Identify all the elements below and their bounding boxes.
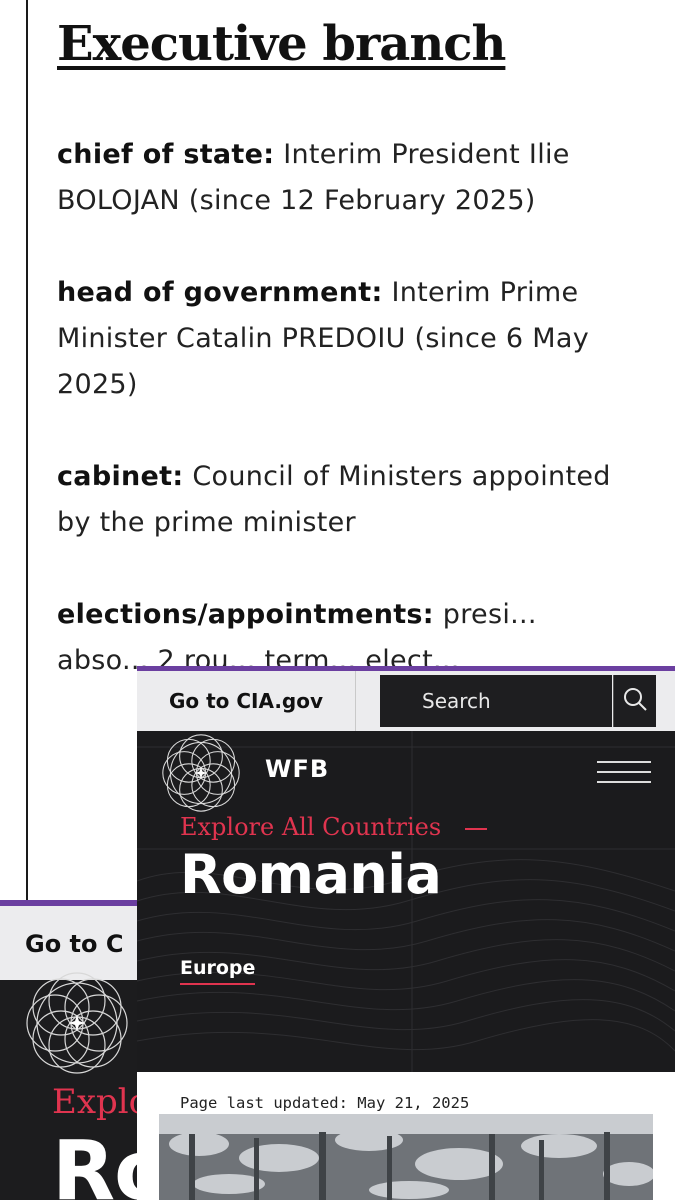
hamburger-menu-icon[interactable] (597, 761, 651, 787)
goto-cia-link[interactable]: Go to CIA.gov (137, 671, 356, 731)
field-label: cabinet: (57, 461, 184, 492)
field-label: elections/appointments: (57, 599, 434, 630)
search-input[interactable]: Search (380, 675, 612, 727)
field-chief-of-state: chief of state: Interim President Ilie B… (57, 132, 632, 224)
explore-countries-link[interactable]: Explo (52, 1082, 149, 1122)
explore-countries-link[interactable]: Explore All Countries (180, 813, 441, 841)
region-link[interactable]: Europe (180, 957, 256, 985)
hero-dark-area: WFB Explore All Countries Romania Europe (137, 731, 675, 1072)
dash-icon (465, 828, 487, 830)
field-label: chief of state: (57, 139, 275, 170)
country-photo (159, 1114, 653, 1200)
page-last-updated: Page last updated: May 21, 2025 (180, 1094, 470, 1112)
search-icon (622, 686, 648, 716)
cia-emblem-icon (22, 968, 132, 1082)
field-cabinet: cabinet: Council of Ministers appointed … (57, 454, 632, 546)
left-margin-rule (26, 0, 28, 900)
goto-cia-link[interactable]: Go to C (25, 930, 123, 958)
wfb-brand[interactable]: WFB (265, 755, 329, 783)
cia-emblem-icon (159, 731, 243, 819)
field-head-of-government: head of government: Interim Prime Minist… (57, 270, 632, 408)
top-bar: Go to CIA.gov Search (137, 671, 675, 731)
content-area: Page last updated: May 21, 2025 (137, 1072, 675, 1200)
field-label: head of government: (57, 277, 383, 308)
search-button[interactable] (613, 675, 656, 727)
country-title: Romania (180, 843, 442, 906)
front-wfb-screenshot: Go to CIA.gov Search WFB Explore All Cou… (137, 666, 675, 1200)
section-title: Executive branch (57, 16, 506, 72)
executive-branch-content: chief of state: Interim President Ilie B… (57, 132, 632, 730)
